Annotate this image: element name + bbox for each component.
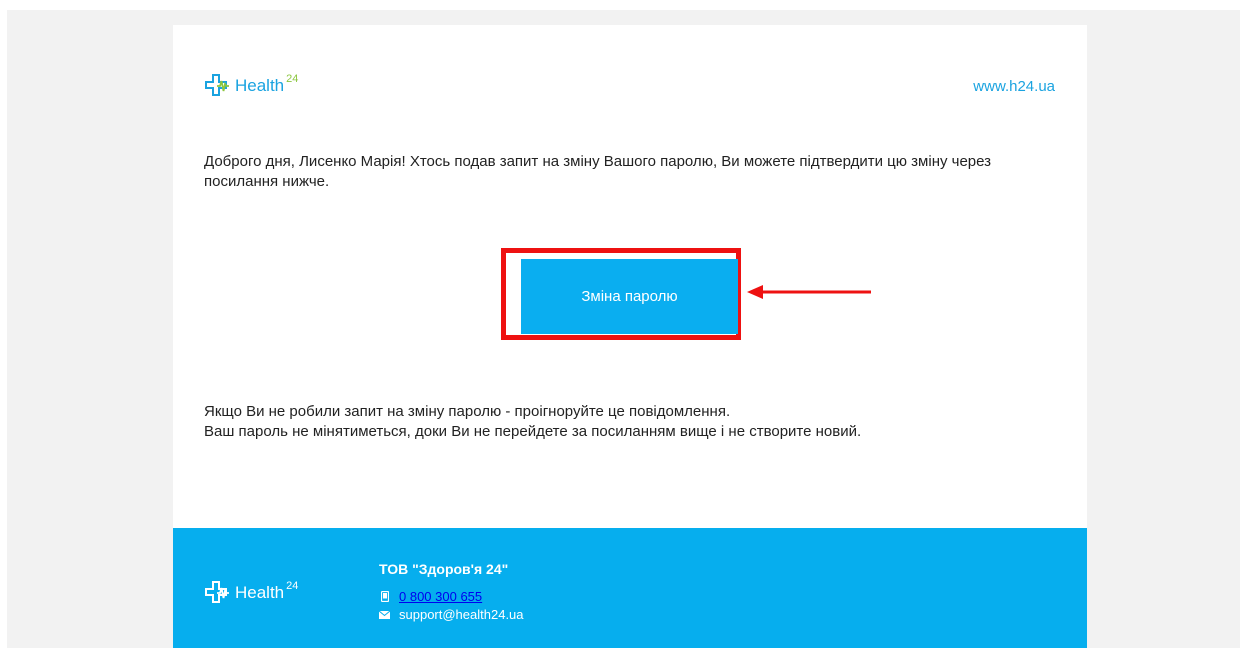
notice-text: Якщо Ви не робили запит на зміну паролю … <box>204 402 1064 442</box>
email-card: Health 24 www.h24.ua Доброго дня, Лисенк… <box>173 25 1087 648</box>
footer: Health 24 ТОВ "Здоров'я 24" 0 800 300 65… <box>173 528 1087 648</box>
header-logo[interactable]: Health 24 <box>204 73 298 99</box>
change-password-button[interactable]: Зміна паролю <box>521 259 738 334</box>
company-name: ТОВ "Здоров'я 24" <box>379 561 509 577</box>
phone-row: 0 800 300 655 <box>379 589 482 604</box>
notice-line-2: Ваш пароль не мінятиметься, доки Ви не п… <box>204 423 862 440</box>
notice-line-1: Якщо Ви не робили запит на зміну паролю … <box>204 403 731 420</box>
greeting-text: Доброго дня, Лисенко Марія! Хтось подав … <box>204 153 992 190</box>
medical-cross-pulse-icon <box>205 74 229 96</box>
footer-brand-superscript: 24 <box>286 580 299 592</box>
website-link[interactable]: www.h24.ua <box>973 78 1055 95</box>
phone-link[interactable]: 0 800 300 655 <box>399 589 482 604</box>
footer-brand-name: Health <box>235 583 285 602</box>
brand-name: Health <box>235 76 285 95</box>
arrow-left-icon <box>747 285 871 299</box>
email-row: support@health24.ua <box>379 607 524 622</box>
email-address[interactable]: support@health24.ua <box>399 607 524 622</box>
brand-superscript: 24 <box>286 73 299 85</box>
medical-cross-pulse-icon <box>205 581 229 603</box>
envelope-icon <box>379 610 390 619</box>
phone-icon <box>379 591 390 602</box>
footer-logo[interactable]: Health 24 <box>204 580 298 606</box>
